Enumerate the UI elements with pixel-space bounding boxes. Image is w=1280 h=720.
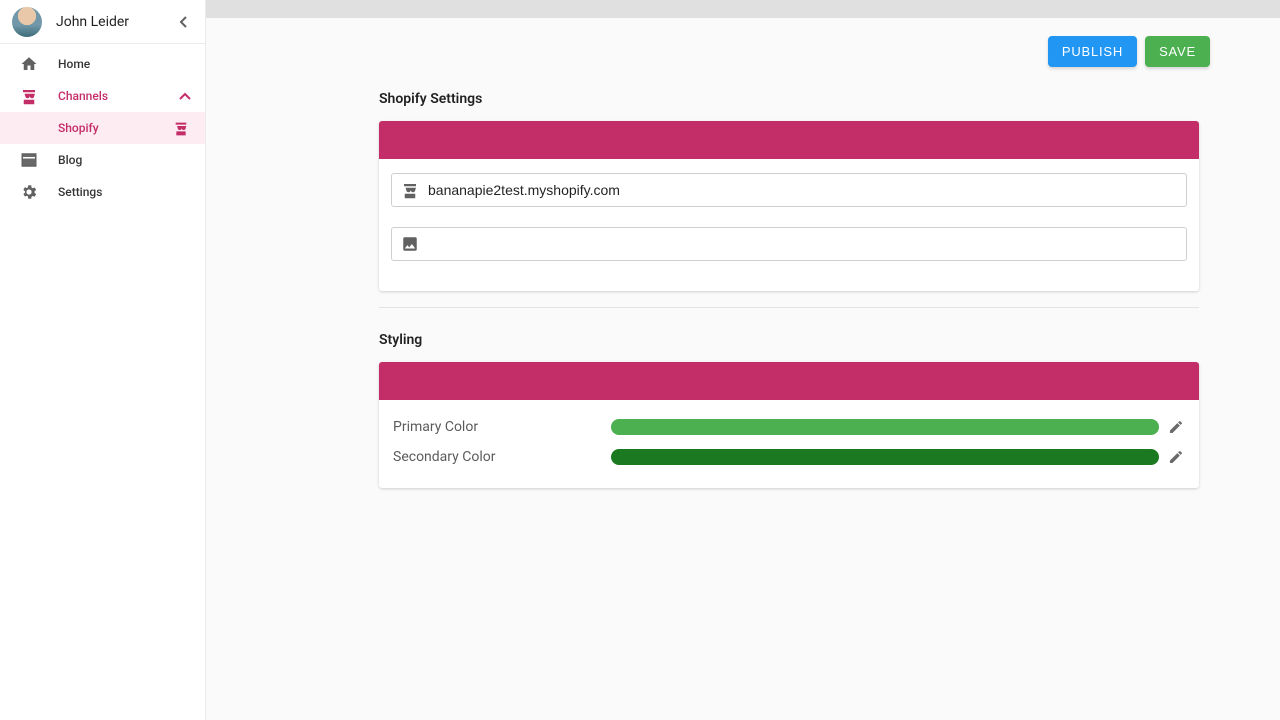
action-bar: PUBLISH SAVE (206, 18, 1280, 67)
avatar[interactable] (12, 7, 42, 37)
section-title-shopify: Shopify Settings (379, 91, 1199, 107)
section-title-styling: Styling (379, 332, 1199, 348)
storefront-icon (400, 180, 420, 200)
card-header (379, 362, 1199, 400)
primary-color-row: Primary Color (393, 418, 1185, 436)
home-icon (18, 53, 40, 75)
primary-color-swatch[interactable] (611, 419, 1159, 435)
image-icon (400, 234, 420, 254)
shop-domain-input[interactable] (428, 182, 1178, 198)
sidebar-subitem-label: Shopify (58, 121, 191, 135)
pencil-icon[interactable] (1167, 418, 1185, 436)
publish-button[interactable]: PUBLISH (1048, 36, 1137, 67)
storefront-icon (173, 120, 189, 136)
sidebar-item-label: Channels (58, 89, 179, 103)
styling-card: Primary Color Secondary Color (379, 362, 1199, 488)
top-bar (206, 0, 1280, 18)
pencil-icon[interactable] (1167, 448, 1185, 466)
shopify-settings-card (379, 121, 1199, 291)
chevron-up-icon (179, 92, 191, 100)
sidebar-header: John Leider (0, 0, 205, 44)
shop-image-field[interactable] (391, 227, 1187, 261)
sidebar-item-channels[interactable]: Channels (0, 80, 205, 112)
sidebar-item-home[interactable]: Home (0, 48, 205, 80)
card-header (379, 121, 1199, 159)
storefront-icon (18, 85, 40, 107)
sidebar-subitem-shopify[interactable]: Shopify (0, 112, 205, 144)
sidebar-item-label: Blog (58, 153, 191, 167)
primary-color-label: Primary Color (393, 419, 611, 435)
sidebar-nav: Home Channels Shopify Blog (0, 44, 205, 208)
divider (379, 307, 1199, 308)
gear-icon (18, 181, 40, 203)
sidebar: John Leider Home Channels Shopify (0, 0, 206, 720)
sidebar-item-label: Home (58, 57, 191, 71)
secondary-color-row: Secondary Color (393, 448, 1185, 466)
secondary-color-swatch[interactable] (611, 449, 1159, 465)
sidebar-item-label: Settings (58, 185, 191, 199)
save-button[interactable]: SAVE (1145, 36, 1210, 67)
main-content: PUBLISH SAVE Shopify Settings (206, 18, 1280, 720)
web-icon (18, 149, 40, 171)
sidebar-item-settings[interactable]: Settings (0, 176, 205, 208)
shop-image-input[interactable] (428, 236, 1178, 252)
chevron-left-icon[interactable] (173, 12, 193, 32)
secondary-color-label: Secondary Color (393, 449, 611, 465)
user-name: John Leider (56, 14, 173, 30)
sidebar-item-blog[interactable]: Blog (0, 144, 205, 176)
shop-domain-field[interactable] (391, 173, 1187, 207)
